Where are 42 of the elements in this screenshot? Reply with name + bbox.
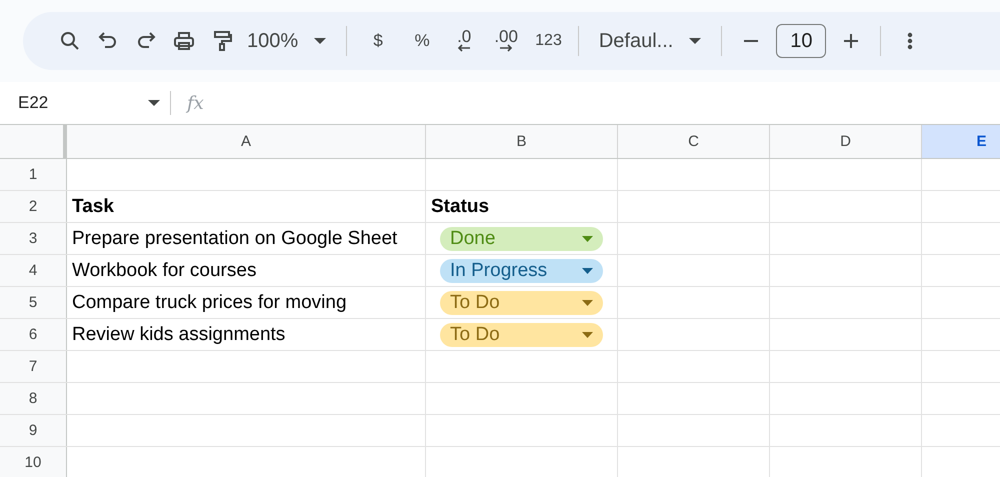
task-text: Compare truck prices for moving: [72, 292, 347, 314]
status-chip[interactable]: To Do: [440, 322, 603, 346]
row-header[interactable]: 5: [0, 287, 67, 318]
column-title: Status: [431, 196, 490, 218]
formula-label: fx: [187, 92, 204, 114]
task-text: Review kids assignments: [72, 324, 286, 346]
cell-reference[interactable]: E22: [0, 93, 138, 113]
row-header[interactable]: 7: [0, 351, 67, 382]
number-format[interactable]: 123: [529, 32, 568, 50]
column-header[interactable]: E: [922, 125, 1000, 158]
row-header[interactable]: 10: [0, 447, 67, 477]
zoom-value[interactable]: 100%: [241, 30, 304, 52]
caret-icon[interactable]: [689, 38, 702, 44]
caret-icon[interactable]: [148, 100, 160, 106]
task-text: Workbook for courses: [72, 260, 256, 282]
column-header[interactable]: B: [426, 125, 618, 158]
font-size-field[interactable]: 10: [776, 24, 826, 58]
row-header[interactable]: 1: [0, 159, 67, 190]
decrease-decimals[interactable]: .0: [445, 30, 484, 52]
percent-format[interactable]: %: [399, 31, 446, 51]
caret-icon: [582, 300, 593, 306]
task-text: Prepare presentation on Google Sheet: [72, 228, 398, 250]
column-header[interactable]: A: [67, 125, 426, 158]
arrow-right-icon: [499, 44, 514, 52]
currency-format[interactable]: $: [357, 31, 400, 51]
caret-icon: [582, 236, 593, 242]
arrow-left-icon: [457, 44, 472, 52]
column-title: Task: [72, 196, 114, 218]
increase-decimals[interactable]: .00: [487, 30, 526, 52]
row-header[interactable]: 4: [0, 255, 67, 286]
row-header[interactable]: 6: [0, 319, 67, 350]
status-chip[interactable]: In Progress: [440, 258, 603, 282]
caret-icon: [582, 268, 593, 274]
row-header[interactable]: 2: [0, 191, 67, 222]
row-header[interactable]: 9: [0, 415, 67, 446]
caret-icon[interactable]: [314, 38, 326, 44]
column-header[interactable]: C: [618, 125, 770, 158]
row-header[interactable]: 8: [0, 383, 67, 414]
font-select[interactable]: Defaul...: [592, 30, 680, 52]
row-header[interactable]: 3: [0, 223, 67, 254]
caret-icon: [582, 332, 593, 338]
status-chip[interactable]: To Do: [440, 290, 603, 314]
